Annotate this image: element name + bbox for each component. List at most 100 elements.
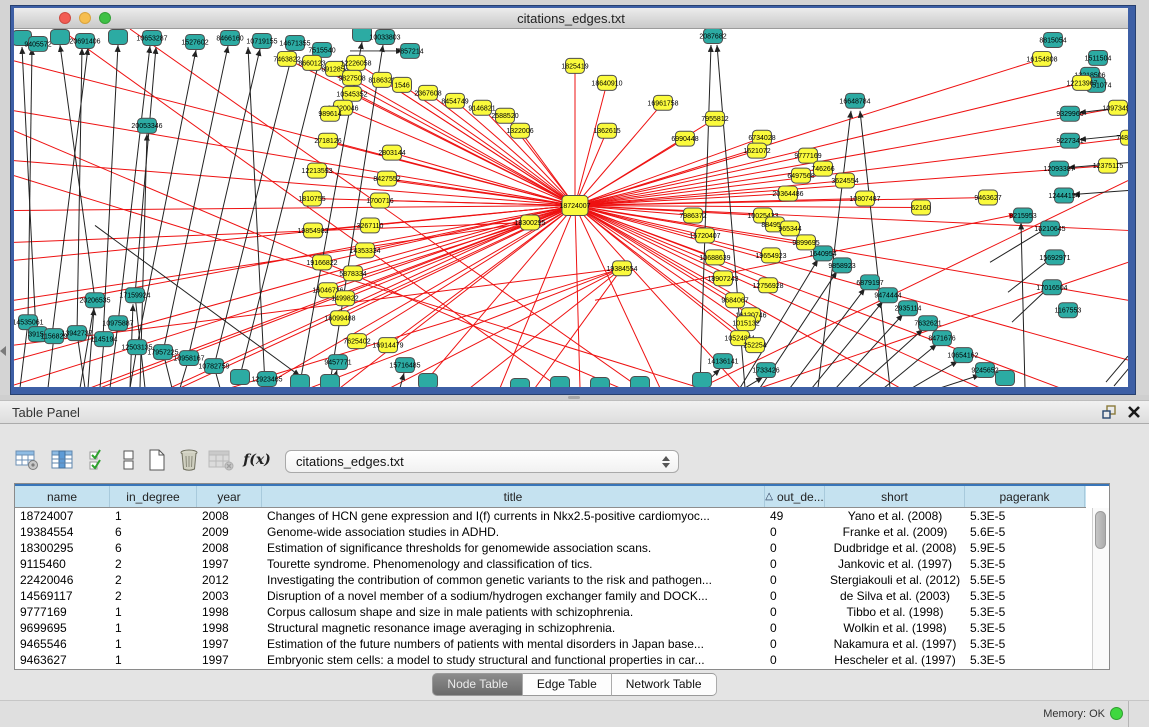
select-rows-icon[interactable] [84,446,114,474]
delete-table-icon[interactable] [206,446,236,474]
network-node-label: 12444154 [1048,193,1079,200]
cell-pagerank: 5.6E-5 [965,524,1085,540]
column-header-title[interactable]: title [262,486,765,507]
float-panel-icon[interactable] [1101,404,1117,420]
network-node-label: 7515540 [308,47,335,54]
network-node-label: 17016504 [1036,285,1067,292]
network-node-label: 2087682 [699,33,726,40]
scrollbar-thumb[interactable] [1095,511,1106,549]
cell-short: de Silva et al. (2003) [825,588,965,604]
network-node[interactable] [591,378,610,387]
table-row[interactable]: 1830029562008Estimation of significance … [15,540,1086,556]
network-node-label: 1810755 [298,196,325,203]
network-node-label: 15716485 [389,363,420,370]
table-row[interactable]: 1872400712008Changes of HCN gene express… [15,508,1086,524]
table-row[interactable]: 1456911722003Disruption of a novel membe… [15,588,1086,604]
network-node-label: 19166822 [306,260,337,267]
network-canvas[interactable]: 9405572206914061065328715276028466160107… [14,29,1128,387]
network-node[interactable] [631,377,650,387]
sidebar-collapse-arrow-icon[interactable] [0,346,6,356]
network-node[interactable] [321,375,340,387]
network-node-label: 16154808 [1026,56,1057,63]
column-header-label: year [217,490,240,504]
network-node-label: 9684067 [721,298,748,305]
table-select-value: citations_edges.txt [296,454,656,469]
table-vertical-scrollbar[interactable] [1092,508,1109,669]
cell-title: Estimation of the future numbers of pati… [262,636,765,652]
network-node-label: 7625402 [343,339,370,346]
network-node-label: 7463822 [273,56,300,63]
network-node[interactable] [511,379,530,387]
table-settings-icon[interactable] [12,446,42,474]
network-node[interactable] [231,370,250,385]
table-row[interactable]: 1938455462009Genome-wide association stu… [15,524,1086,540]
network-node[interactable] [291,375,310,387]
column-header-year[interactable]: year [197,486,262,507]
cell-year: 1998 [197,620,262,636]
network-node-label: 10958167 [173,356,204,363]
network-node[interactable] [109,29,128,44]
tab-node-table[interactable]: Node Table [432,673,523,696]
network-edge [575,206,1060,387]
cell-out_de: 0 [765,604,825,620]
new-table-icon[interactable] [142,446,172,474]
cell-name: 19384554 [15,524,110,540]
network-node-label: 7857214 [396,48,423,55]
network-node-label: 20053346 [131,123,162,130]
memory-ok-indicator[interactable] [1110,707,1123,720]
cell-in_degree: 1 [110,620,197,636]
cell-out_de: 0 [765,572,825,588]
cell-title: Disruption of a novel member of a sodium… [262,588,765,604]
column-header-name[interactable]: name [15,486,110,507]
network-node-label: 746266 [811,166,834,173]
function-builder-icon[interactable]: f(x) [242,446,272,474]
network-node-label: 19654923 [755,253,786,260]
row-height-icon[interactable] [114,446,144,474]
network-edge [912,361,958,387]
network-node-label: 12756928 [752,283,783,290]
network-node-label: 10782759 [198,364,229,371]
table-select-dropdown[interactable]: citations_edges.txt [285,450,679,473]
column-header-in_degree[interactable]: in_degree [110,486,197,507]
table-row[interactable]: 977716911998Corpus callosum shape and si… [15,604,1086,620]
table-row[interactable]: 2242004622012Investigating the contribut… [15,572,1086,588]
cell-pagerank: 5.3E-5 [965,556,1085,572]
close-panel-icon[interactable] [1127,405,1141,419]
table-row[interactable]: 969969511998Structural magnetic resonanc… [15,620,1086,636]
network-edge [88,308,94,387]
table-row[interactable]: 911546021997Tourette syndrome. Phenomeno… [15,556,1086,572]
cell-name: 22420046 [15,572,110,588]
column-header-pagerank[interactable]: pagerank [965,486,1085,507]
network-node-label: 1700716 [366,198,393,205]
network-node-label: 10807487 [849,196,880,203]
cell-in_degree: 1 [110,508,197,524]
cell-out_de: 0 [765,636,825,652]
show-columns-icon[interactable] [48,446,78,474]
network-node-label: 9227341 [1056,138,1083,145]
network-node-label: 20206535 [79,298,110,305]
tab-edge-table[interactable]: Edge Table [523,673,612,696]
memory-status-label: Memory: OK [1043,708,1105,720]
network-node[interactable] [693,373,712,387]
cell-title: Structural magnetic resonance image aver… [262,620,765,636]
network-node-label: 1145194 [91,337,118,344]
network-node-label: 1640954 [809,251,836,258]
network-node-label: 2935114 [895,306,922,313]
network-node[interactable] [419,374,438,387]
network-edge [482,108,575,206]
network-node[interactable] [51,29,70,44]
tab-network-table[interactable]: Network Table [612,673,717,696]
network-node-label: 9899695 [792,240,819,247]
cell-short: Stergiakouli et al. (2012) [825,572,965,588]
sort-ascending-icon: △ [765,491,773,502]
table-row[interactable]: 946362711997Embryonic stem cells: a mode… [15,652,1086,668]
network-node-label: 17159924 [119,293,150,300]
network-window-titlebar[interactable]: citations_edges.txt [14,8,1128,29]
column-header-out_de[interactable]: △out_de... [765,486,825,507]
column-header-short[interactable]: short [825,486,965,507]
delete-trash-icon[interactable] [174,446,204,474]
cell-name: 18300295 [15,540,110,556]
network-node-label: 10688639 [699,255,730,262]
table-row[interactable]: 946554611997Estimation of the future num… [15,636,1086,652]
network-node[interactable] [551,377,570,387]
